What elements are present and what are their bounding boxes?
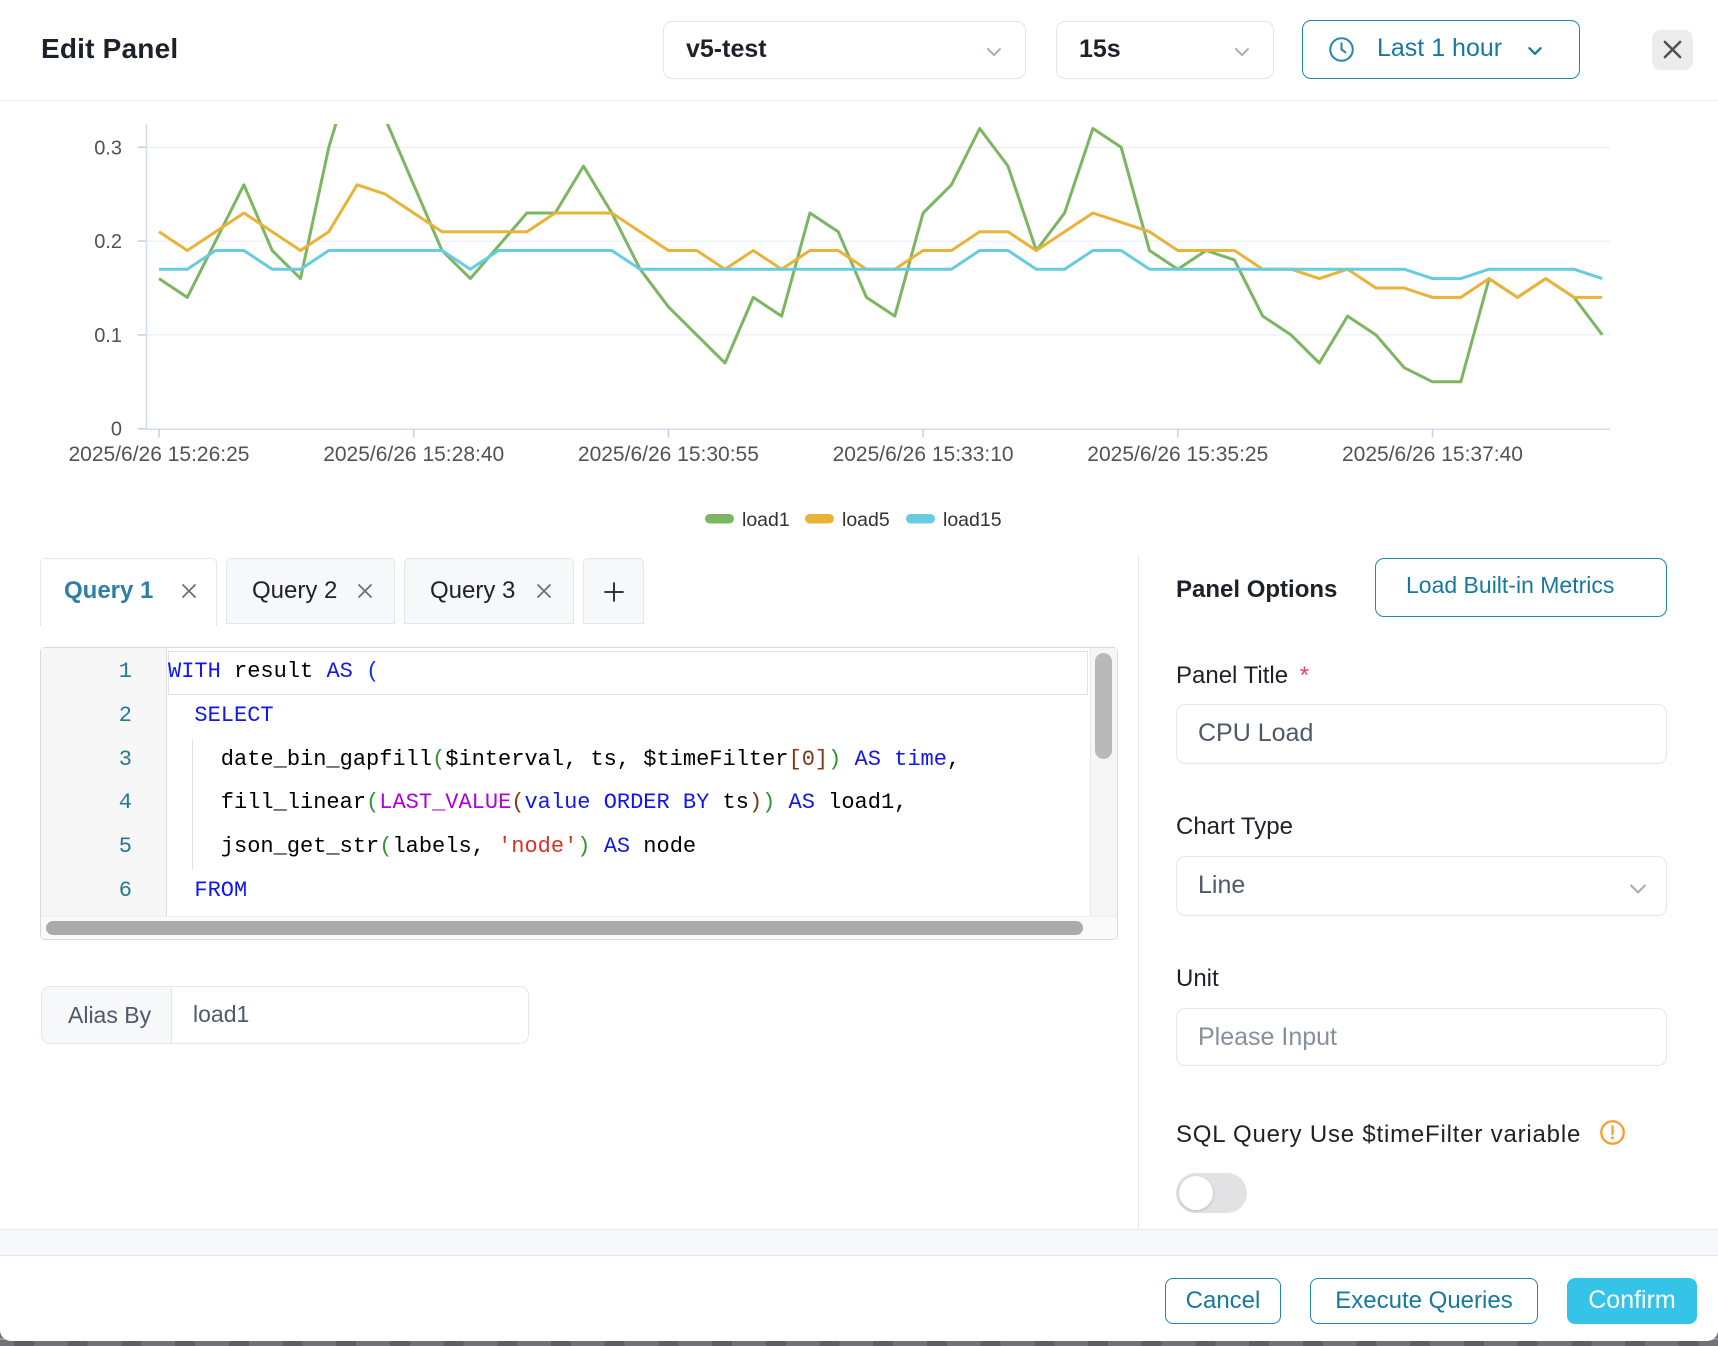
svg-text:2025/6/26 15:35:25: 2025/6/26 15:35:25 xyxy=(1087,443,1268,466)
svg-text:load15: load15 xyxy=(943,509,1002,531)
svg-text:2025/6/26 15:26:25: 2025/6/26 15:26:25 xyxy=(68,443,249,466)
svg-text:0.1: 0.1 xyxy=(94,325,122,347)
svg-text:0.2: 0.2 xyxy=(94,231,122,253)
svg-text:0: 0 xyxy=(111,419,122,441)
svg-text:2025/6/26 15:28:40: 2025/6/26 15:28:40 xyxy=(323,443,504,466)
svg-text:2025/6/26 15:33:10: 2025/6/26 15:33:10 xyxy=(833,443,1014,466)
svg-text:0.3: 0.3 xyxy=(94,137,122,159)
svg-text:load1: load1 xyxy=(742,509,790,531)
svg-text:load5: load5 xyxy=(842,509,890,531)
svg-text:2025/6/26 15:37:40: 2025/6/26 15:37:40 xyxy=(1342,443,1523,466)
svg-text:2025/6/26 15:30:55: 2025/6/26 15:30:55 xyxy=(578,443,759,466)
